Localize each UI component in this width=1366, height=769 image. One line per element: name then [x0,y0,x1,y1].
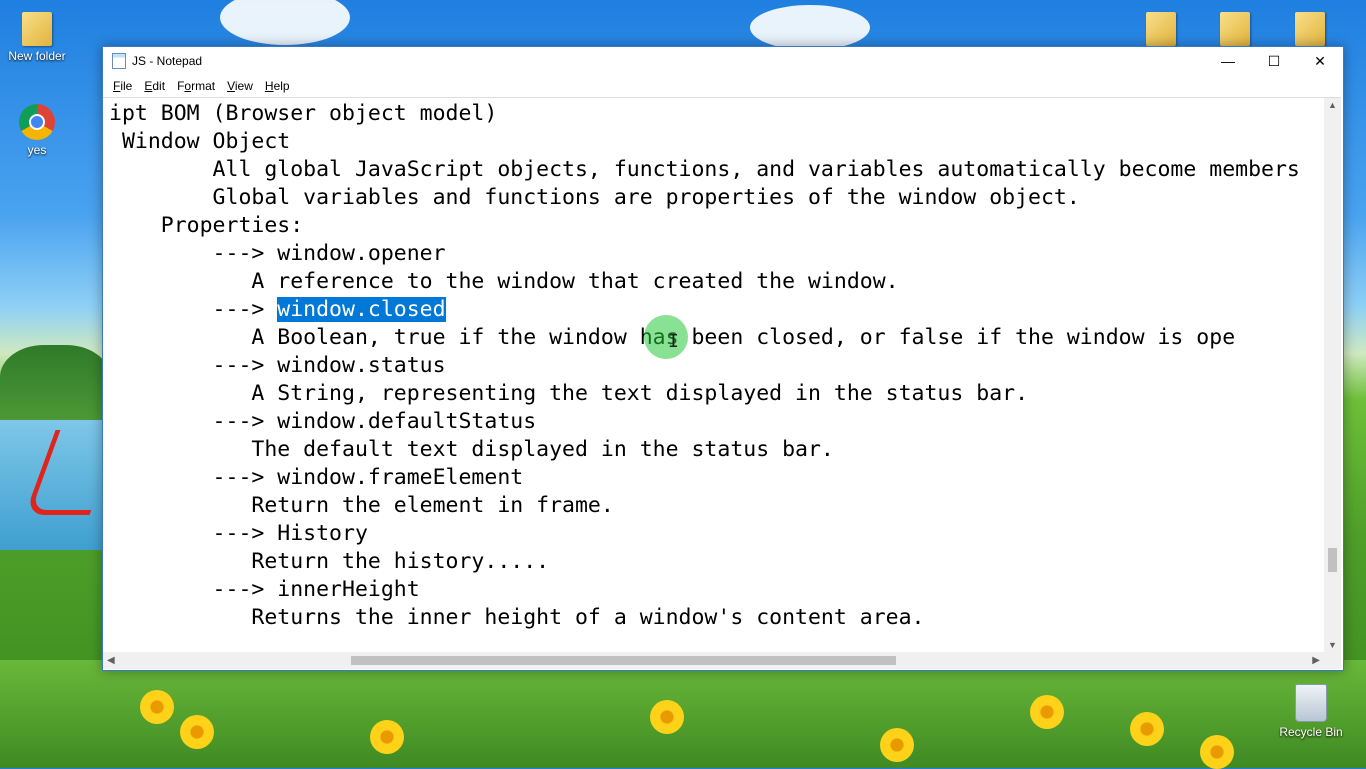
desktop-icon-label: yes [27,143,47,157]
maximize-button[interactable]: ☐ [1251,47,1297,75]
document-icon [1220,12,1250,46]
editor-line[interactable]: ipt BOM (Browser object model) [103,100,1324,128]
vertical-scroll-thumb[interactable] [1328,548,1337,572]
editor-line[interactable]: ---> window.status [103,352,1324,380]
editor-line[interactable]: ---> innerHeight [103,576,1324,604]
scroll-up-arrow-icon[interactable]: ▲ [1324,100,1341,110]
editor-area[interactable]: ipt BOM (Browser object model) Window Ob… [103,97,1341,669]
notepad-window: JS - Notepad — ☐ ✕ File Edit Format View… [102,46,1344,671]
menu-help[interactable]: Help [259,79,296,93]
editor-line[interactable]: A reference to the window that created t… [103,268,1324,296]
editor-line[interactable]: The default text displayed in the status… [103,436,1324,464]
text-editor[interactable]: ipt BOM (Browser object model) Window Ob… [103,98,1324,654]
editor-line[interactable]: Properties: [103,212,1324,240]
menu-bar: File Edit Format View Help [103,75,1343,97]
editor-line[interactable]: Return the element in frame. [103,492,1324,520]
scroll-right-arrow-icon[interactable]: ▶ [1312,652,1320,669]
folder-icon [22,12,52,46]
notepad-icon [112,53,126,69]
desktop-folder-icon[interactable] [1293,12,1327,49]
scrollbar-corner [1324,652,1341,669]
editor-line[interactable]: Returns the inner height of a window's c… [103,604,1324,632]
horizontal-scrollbar[interactable]: ◀ ▶ [103,652,1324,669]
menu-format[interactable]: Format [171,79,221,93]
menu-file[interactable]: File [107,79,138,93]
chrome-icon [19,104,55,140]
close-button[interactable]: ✕ [1297,47,1343,75]
vertical-scrollbar[interactable]: ▲ ▼ [1324,98,1341,652]
editor-line[interactable]: ---> window.defaultStatus [103,408,1324,436]
menu-edit[interactable]: Edit [138,79,171,93]
editor-line[interactable]: ---> window.closed [103,296,1324,324]
desktop-icon-recycle-bin[interactable]: Recycle Bin [1276,684,1346,739]
folder-icon [1295,12,1325,46]
desktop-file-icon[interactable] [1144,12,1178,49]
title-bar[interactable]: JS - Notepad — ☐ ✕ [103,47,1343,75]
desktop-icon-label: Recycle Bin [1279,725,1343,739]
desktop-file-icon[interactable] [1218,12,1252,49]
text-cursor-icon: I [668,331,679,352]
editor-line[interactable]: Window Object [103,128,1324,156]
editor-line[interactable]: A String, representing the text displaye… [103,380,1324,408]
scroll-down-arrow-icon[interactable]: ▼ [1324,640,1341,650]
editor-line[interactable]: ---> History [103,520,1324,548]
menu-view[interactable]: View [221,79,259,93]
selected-text[interactable]: window.closed [277,297,446,322]
editor-line[interactable]: Return the history..... [103,548,1324,576]
scroll-left-arrow-icon[interactable]: ◀ [107,652,115,669]
horizontal-scroll-thumb[interactable] [351,656,896,665]
editor-line[interactable]: All global JavaScript objects, functions… [103,156,1324,184]
editor-line[interactable]: ---> window.frameElement [103,464,1324,492]
document-icon [1146,12,1176,46]
recycle-bin-icon [1295,684,1327,722]
desktop-icon-yes[interactable]: yes [2,104,72,157]
minimize-button[interactable]: — [1205,47,1251,75]
editor-line[interactable]: Global variables and functions are prope… [103,184,1324,212]
editor-line[interactable]: A Boolean, true if the window has been c… [103,324,1324,352]
window-title: JS - Notepad [132,54,203,68]
desktop-icon-new-folder[interactable]: New folder [2,12,72,63]
editor-line[interactable]: ---> window.opener [103,240,1324,268]
desktop-icon-label: New folder [8,49,66,63]
